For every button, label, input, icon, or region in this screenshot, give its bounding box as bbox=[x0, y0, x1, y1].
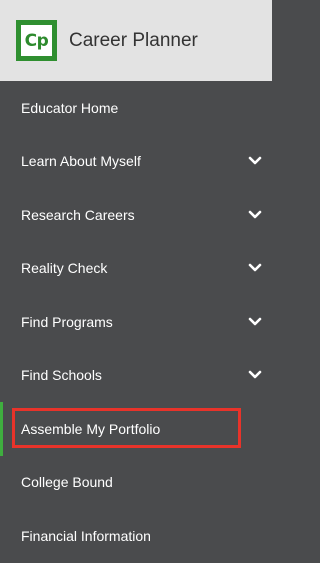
logo-inner: Cp bbox=[21, 25, 52, 56]
chevron-down-icon[interactable] bbox=[248, 156, 262, 166]
sidebar-item-label: Learn About Myself bbox=[21, 153, 141, 170]
sidebar-item-learn-about-myself[interactable]: Learn About Myself bbox=[0, 135, 272, 189]
app-title: Career Planner bbox=[69, 29, 198, 51]
chevron-down-icon[interactable] bbox=[248, 370, 262, 380]
chevron-down-icon[interactable] bbox=[248, 317, 262, 327]
sidebar-item-label: Find Schools bbox=[21, 367, 102, 384]
sidebar-item-college-bound[interactable]: College Bound bbox=[0, 456, 272, 510]
sidebar-item-research-careers[interactable]: Research Careers bbox=[0, 188, 272, 242]
sidebar-item-label: College Bound bbox=[21, 474, 113, 491]
sidebar-item-label: Find Programs bbox=[21, 313, 113, 330]
sidebar-item-assemble-my-portfolio[interactable]: Assemble My Portfolio bbox=[0, 402, 272, 456]
sidebar-item-label: Research Careers bbox=[21, 206, 135, 223]
app-header: Cp Career Planner bbox=[0, 0, 272, 81]
sidebar-item-label: Financial Information bbox=[21, 527, 151, 544]
sidebar-item-educator-home[interactable]: Educator Home bbox=[0, 81, 272, 135]
sidebar-item-financial-information[interactable]: Financial Information bbox=[0, 509, 272, 563]
chevron-down-icon[interactable] bbox=[248, 210, 262, 220]
chevron-down-icon[interactable] bbox=[248, 263, 262, 273]
sidebar-item-find-schools[interactable]: Find Schools bbox=[0, 349, 272, 403]
sidebar-item-find-programs[interactable]: Find Programs bbox=[0, 295, 272, 349]
logo-text: Cp bbox=[24, 30, 49, 51]
sidebar-menu: Educator Home Learn About Myself Researc… bbox=[0, 81, 272, 563]
sidebar-item-reality-check[interactable]: Reality Check bbox=[0, 242, 272, 296]
sidebar-item-label: Educator Home bbox=[21, 99, 119, 116]
sidebar-item-label: Assemble My Portfolio bbox=[21, 420, 161, 437]
career-planner-logo[interactable]: Cp bbox=[16, 20, 57, 61]
sidebar-item-label: Reality Check bbox=[21, 260, 108, 277]
